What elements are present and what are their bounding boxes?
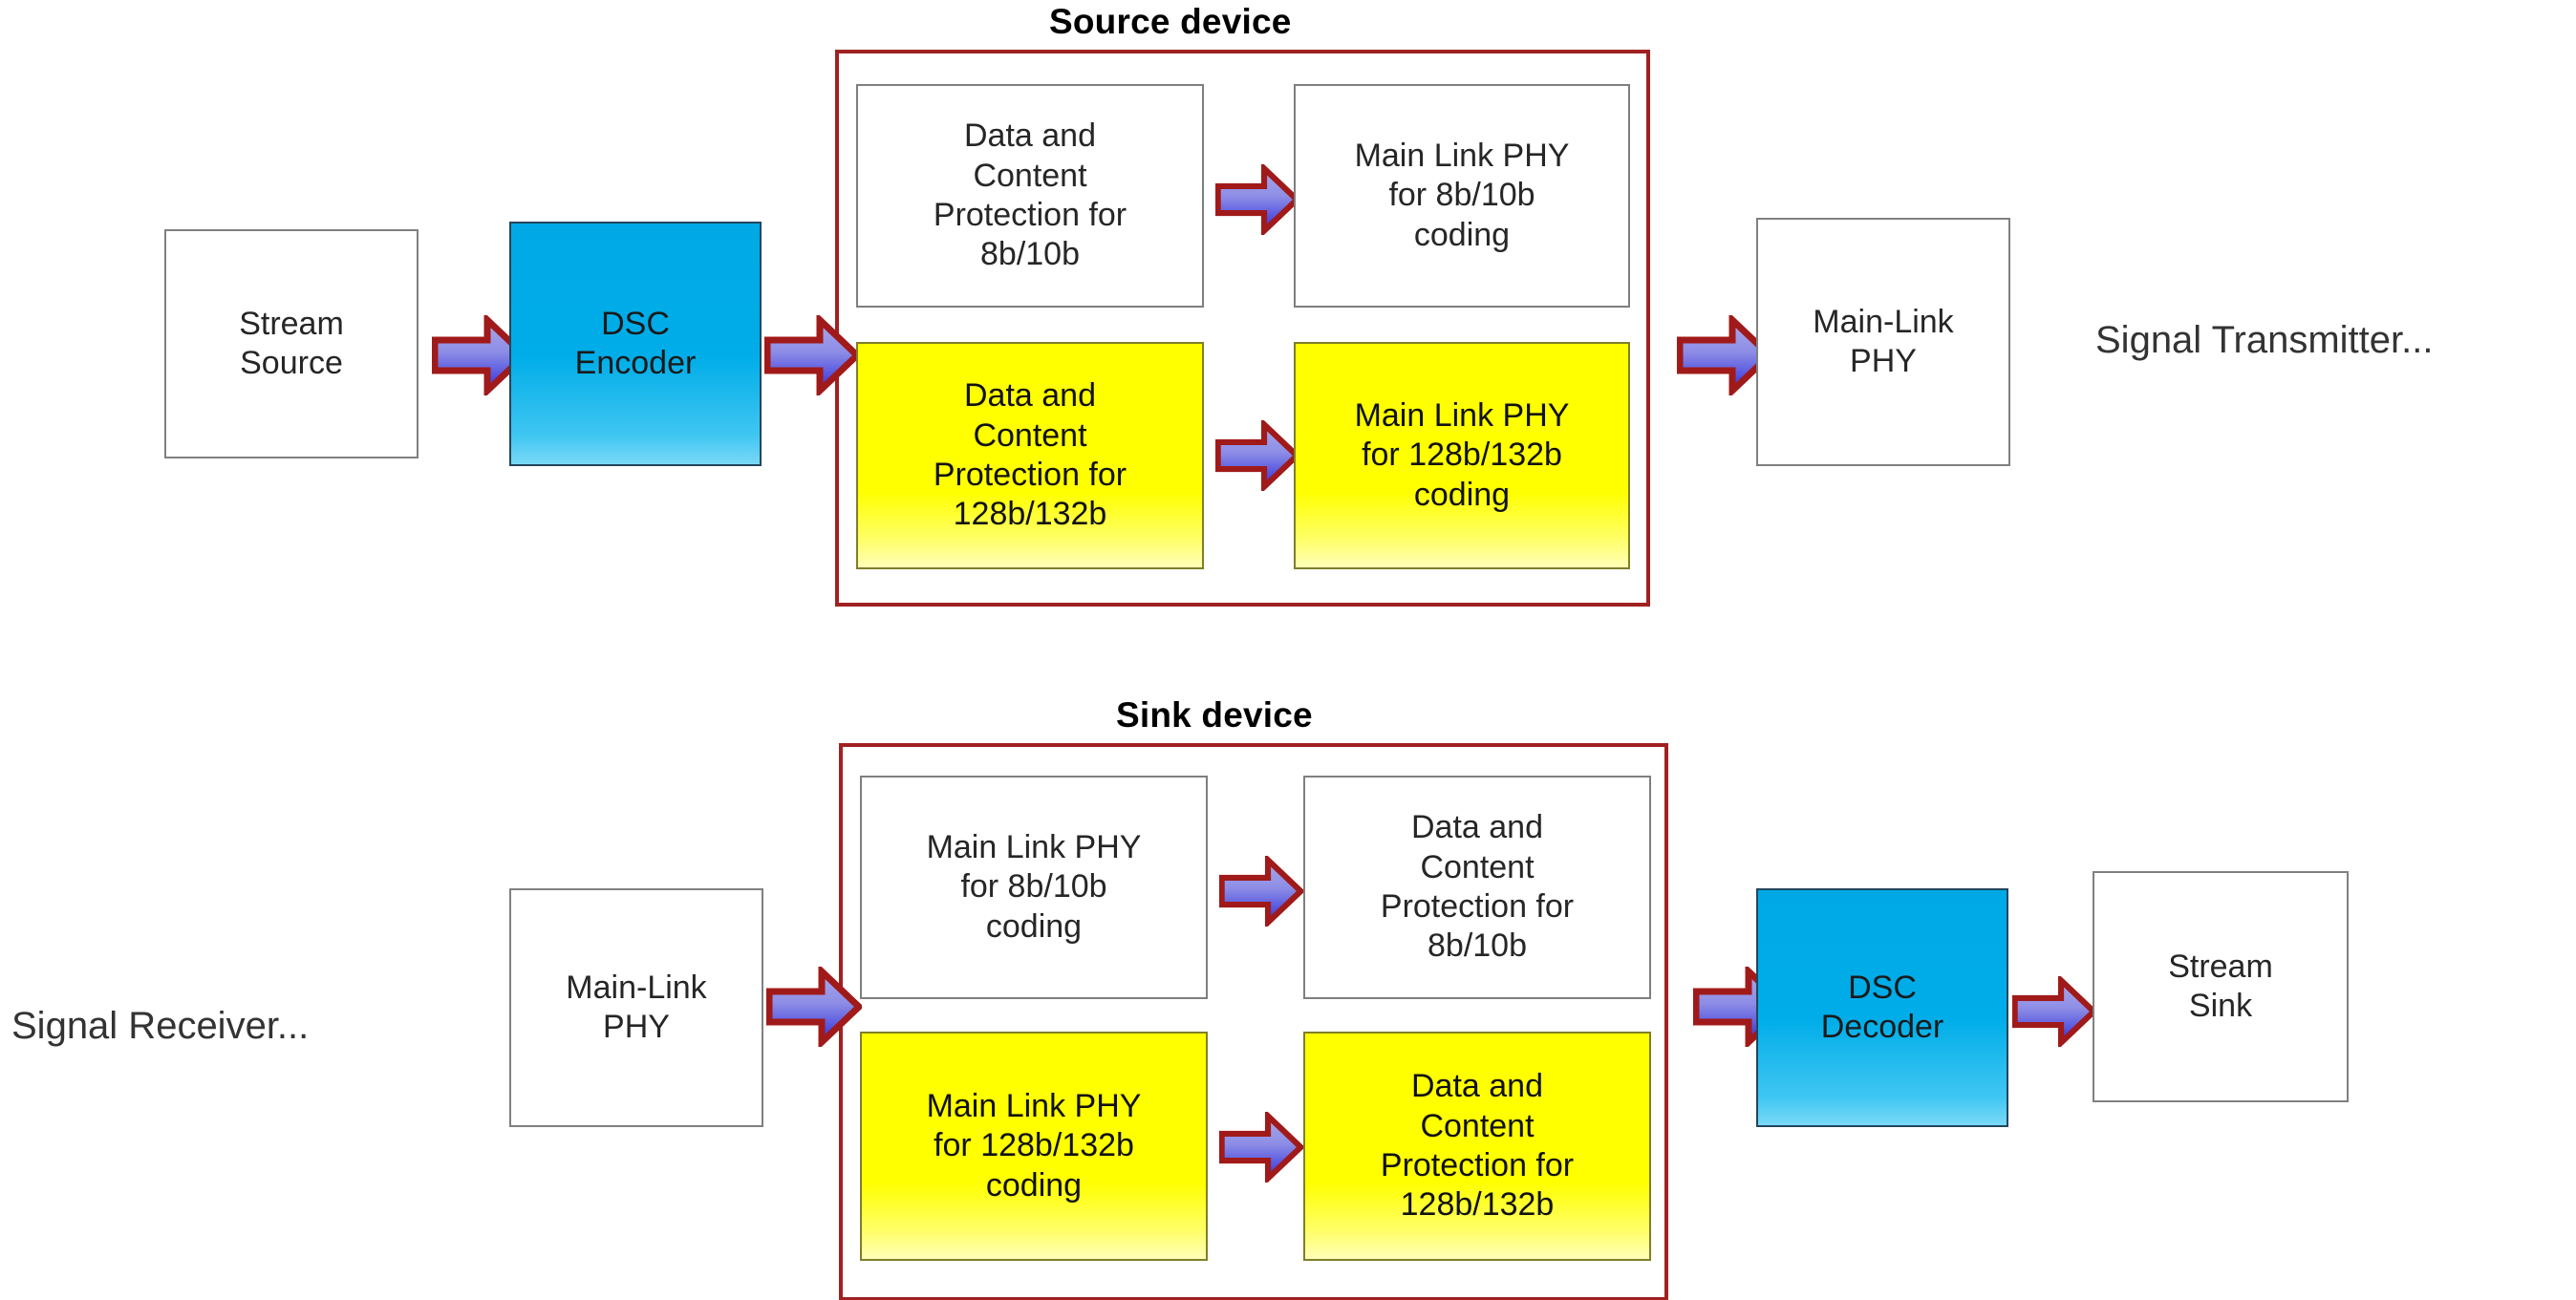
diagram-canvas: Source device Stream Source DSC Encoder: [0, 0, 2576, 1300]
source-main-link-phy-label: Main-Link PHY: [1813, 303, 1954, 379]
sink-protection-128b132b-box[interactable]: Data and Content Protection for 128b/132…: [1303, 1032, 1651, 1261]
dsc-encoder-label: DSC Encoder: [574, 305, 697, 381]
source-phy-128b132b-label: Main Link PHY for 128b/132b coding: [1354, 396, 1570, 513]
source-protection-8b10b-label: Data and Content Protection for 8b/10b: [933, 117, 1127, 273]
sink-phy-128b132b-label: Main Link PHY for 128b/132b coding: [926, 1087, 1142, 1204]
sink-main-link-phy-label: Main-Link PHY: [566, 969, 707, 1045]
arrow-sink-phy8b10b-to-protection8b10b: [1219, 856, 1303, 927]
stream-sink-label: Stream Sink: [2168, 948, 2273, 1024]
arrow-sink-phy128b132b-to-protection128b132b: [1219, 1112, 1303, 1183]
sink-phy-128b132b-box[interactable]: Main Link PHY for 128b/132b coding: [860, 1032, 1208, 1261]
arrow-main-link-phy-to-sink-device: [766, 967, 862, 1047]
sink-protection-8b10b-label: Data and Content Protection for 8b/10b: [1380, 809, 1575, 965]
sink-protection-128b132b-label: Data and Content Protection for 128b/132…: [1380, 1068, 1575, 1224]
signal-transmitter-label: Signal Transmitter...: [2095, 319, 2434, 361]
dsc-encoder-box[interactable]: DSC Encoder: [509, 222, 762, 466]
sink-device-title: Sink device: [1116, 695, 1313, 735]
arrow-source-protection128b132b-to-phy128b132b: [1215, 420, 1299, 491]
arrow-dsc-encoder-to-source-device: [764, 315, 860, 395]
sink-phy-8b10b-box[interactable]: Main Link PHY for 8b/10b coding: [860, 776, 1208, 999]
sink-main-link-phy-box[interactable]: Main-Link PHY: [509, 888, 763, 1127]
source-main-link-phy-box[interactable]: Main-Link PHY: [1756, 218, 2010, 466]
source-protection-8b10b-box[interactable]: Data and Content Protection for 8b/10b: [856, 84, 1204, 308]
source-protection-128b132b-box[interactable]: Data and Content Protection for 128b/132…: [856, 342, 1204, 569]
dsc-decoder-label: DSC Decoder: [1820, 969, 1944, 1045]
sink-phy-8b10b-label: Main Link PHY for 8b/10b coding: [926, 828, 1142, 945]
source-phy-8b10b-label: Main Link PHY for 8b/10b coding: [1354, 137, 1570, 253]
source-phy-128b132b-box[interactable]: Main Link PHY for 128b/132b coding: [1294, 342, 1630, 569]
arrow-dsc-decoder-to-stream-sink: [2012, 976, 2096, 1047]
arrow-source-protection8b10b-to-phy8b10b: [1215, 164, 1299, 235]
sink-protection-8b10b-box[interactable]: Data and Content Protection for 8b/10b: [1303, 776, 1651, 999]
source-device-title: Source device: [1049, 2, 1292, 41]
stream-sink-box[interactable]: Stream Sink: [2093, 871, 2349, 1102]
stream-source-label: Stream Source: [239, 305, 344, 381]
stream-source-box[interactable]: Stream Source: [164, 229, 419, 458]
dsc-decoder-box[interactable]: DSC Decoder: [1756, 888, 2008, 1127]
source-phy-8b10b-box[interactable]: Main Link PHY for 8b/10b coding: [1294, 84, 1630, 308]
source-protection-128b132b-label: Data and Content Protection for 128b/132…: [933, 377, 1127, 533]
signal-receiver-label: Signal Receiver...: [11, 1005, 310, 1047]
